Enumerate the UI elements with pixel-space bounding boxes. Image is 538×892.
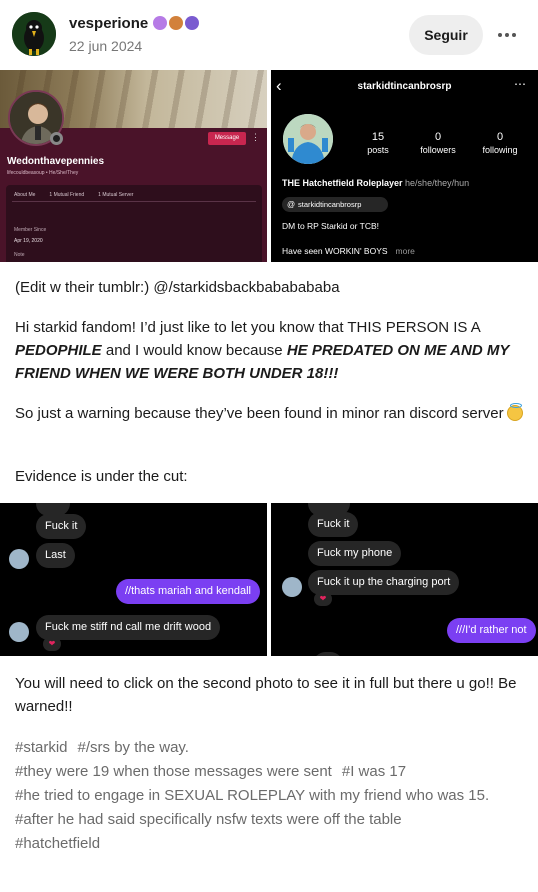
heart-reaction-icon: ❤ [314, 592, 332, 606]
ig-bio-line: Have seen WORKIN' BOYS more [282, 246, 415, 256]
tag[interactable]: #hatchetfield [15, 835, 100, 852]
post-date[interactable]: 22 jun 2024 [69, 38, 142, 54]
chat-screenshot-1[interactable]: Fuck it Last //thats mariah and kendall … [0, 503, 267, 656]
badge-icon[interactable] [153, 16, 167, 30]
ig-bio-line: DM to RP Starkid or TCB! [282, 221, 379, 231]
member-since-label: Member Since [14, 227, 47, 233]
profile-name: Wedonthavepennies [7, 156, 105, 167]
smiling-face-with-halo-icon [506, 403, 523, 421]
ig-username: starkidtincanbrosrp [357, 81, 452, 92]
profile-more-icon[interactable]: ⋮ [251, 132, 260, 143]
note-label: Note [14, 252, 25, 258]
badge-icon[interactable] [169, 16, 183, 30]
status-indicator [50, 132, 63, 145]
chat-avatar [9, 622, 29, 642]
profile-tabs: About Me 1 Mutual Friend 1 Mutual Server [14, 192, 133, 198]
badge-list [153, 16, 199, 30]
more-options-icon[interactable] [494, 25, 520, 45]
ig-bio-more-link[interactable]: more [396, 246, 415, 256]
avatar[interactable] [12, 12, 56, 56]
post-text-discord: So just a warning because they’ve been f… [15, 402, 525, 425]
chat-bubble-partial [313, 652, 343, 656]
ig-avatar [283, 114, 333, 164]
member-since-value: Apr 19, 2020 [14, 238, 43, 244]
ig-display-name: THE Hatchetfield Roleplayer he/she/they/… [282, 178, 470, 188]
badge-icon[interactable] [185, 16, 199, 30]
chat-bubble: //thats mariah and kendall [116, 579, 260, 604]
post-text-edit: (Edit w their tumblr:) @/starkidsbackbab… [15, 279, 340, 296]
message-button[interactable]: Message [208, 132, 246, 145]
ig-stat-posts[interactable]: 15 posts [348, 131, 408, 155]
post-text-warning: Hi starkid fandom! I’d just like to let … [15, 319, 510, 382]
profile-screenshot-discord[interactable]: Message ⋮ Wedonthavepennies lifecouldbea… [0, 70, 267, 262]
tab-mutual-server[interactable]: 1 Mutual Server [98, 192, 133, 198]
ig-pronouns: he/she/they/hun [405, 178, 470, 188]
chat-avatar [282, 577, 302, 597]
chat-bubble: Fuck it up the charging port [308, 570, 460, 595]
chat-bubble: Fuck me stiff nd call me drift wood [36, 615, 221, 640]
chat-bubble: Last [36, 543, 75, 568]
profile-subtitle: lifecouldbeasoup • He/She/They [7, 170, 79, 176]
follow-button[interactable]: Seguir [409, 15, 483, 55]
crow-avatar-icon [12, 12, 56, 56]
chat-bubble: Fuck it [36, 514, 87, 539]
tag-list: #starkid #/srs by the way. #they were 19 … [15, 736, 525, 856]
tag[interactable]: #starkid [15, 739, 68, 756]
tag[interactable]: #they were 19 when those messages were s… [15, 763, 332, 780]
ig-more-icon[interactable]: ⋯ [514, 77, 526, 91]
post-text-note: You will need to click on the second pho… [15, 675, 517, 715]
chat-bubble: Fuck my phone [308, 541, 402, 566]
divider [12, 201, 256, 202]
profile-card: About Me 1 Mutual Friend 1 Mutual Server… [6, 185, 262, 262]
tag[interactable]: #after he had said specifically nsfw tex… [15, 811, 402, 828]
chat-screenshot-2[interactable]: Fuck it Fuck my phone Fuck it up the cha… [271, 503, 538, 656]
post-text-evidence: Evidence is under the cut: [15, 468, 188, 485]
chat-bubble: Fuck it [308, 512, 359, 537]
tab-about-me[interactable]: About Me [14, 192, 35, 198]
profile-screenshot-instagram[interactable]: ‹ starkidtincanbrosrp ⋯ 15 posts 0 follo… [271, 70, 538, 262]
tag[interactable]: #he tried to engage in SEXUAL ROLEPLAY w… [15, 787, 489, 804]
threads-link[interactable]: @ starkidtincanbrosrp [282, 197, 388, 212]
ig-stat-following[interactable]: 0 following [470, 131, 530, 155]
username[interactable]: vesperione [69, 15, 148, 32]
tag[interactable]: #I was 17 [342, 763, 406, 780]
tab-mutual-friend[interactable]: 1 Mutual Friend [49, 192, 84, 198]
threads-icon: @ [287, 200, 296, 209]
ig-stat-followers[interactable]: 0 followers [408, 131, 468, 155]
chat-bubble: ///I'd rather not [447, 618, 536, 643]
post-header: vesperione 22 jun 2024 Seguir [0, 0, 538, 70]
chat-avatar [9, 549, 29, 569]
heart-reaction-icon: ❤ [43, 637, 61, 651]
tag[interactable]: #/srs by the way. [78, 739, 189, 756]
